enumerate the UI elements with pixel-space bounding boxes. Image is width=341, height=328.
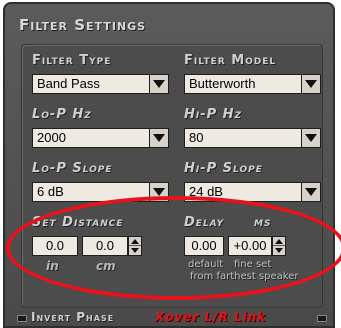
lo-p-slope-label: Lo-P Slope — [32, 161, 113, 176]
delay-unit-label: ms — [254, 215, 272, 230]
xover-link-label[interactable]: Xover L/R Link — [155, 310, 266, 324]
delay-label: Delay — [184, 215, 225, 230]
hi-p-hz-label: Hi-P Hz — [184, 107, 243, 122]
hi-p-slope-dropdown-button[interactable] — [301, 182, 321, 202]
chevron-down-icon — [305, 134, 317, 142]
lo-p-slope-select[interactable]: 6 dB — [32, 182, 150, 202]
spin-up-icon — [131, 239, 139, 244]
invert-phase-led[interactable] — [17, 315, 27, 322]
hi-p-slope-label: Hi-P Slope — [184, 161, 263, 176]
spin-down-icon — [131, 248, 139, 253]
filter-model-select[interactable]: Butterworth — [184, 74, 302, 94]
bottom-bar: Invert Phase Xover L/R Link — [5, 307, 333, 326]
lo-p-hz-label: Lo-P Hz — [32, 107, 92, 122]
distance-unit-in: in — [46, 259, 59, 273]
delay-fine-caption: fine set — [234, 259, 272, 270]
filter-model-label: Filter Model — [184, 53, 277, 68]
distance-spinner[interactable] — [128, 236, 142, 256]
filter-settings-panel: Filter Settings Filter Type Band Pass Fi… — [3, 2, 335, 328]
filter-type-label: Filter Type — [32, 53, 112, 68]
lo-p-hz-select[interactable]: 2000 — [32, 128, 150, 148]
settings-inner-box: Filter Type Band Pass Filter Model Butte… — [21, 44, 323, 308]
panel-title: Filter Settings — [19, 16, 147, 34]
distance-cm-input[interactable]: 0.0 — [82, 236, 128, 256]
filter-type-dropdown-button[interactable] — [149, 74, 169, 94]
delay-default-caption: default — [188, 259, 224, 270]
distance-inches-input[interactable]: 0.0 — [32, 236, 78, 256]
delay-note: from farthest speaker — [190, 271, 299, 282]
filter-type-select[interactable]: Band Pass — [32, 74, 150, 94]
chevron-down-icon — [305, 188, 317, 196]
chevron-down-icon — [153, 134, 165, 142]
lo-p-slope-dropdown-button[interactable] — [149, 182, 169, 202]
spin-down-icon — [275, 248, 283, 253]
chevron-down-icon — [305, 80, 317, 88]
chevron-down-icon — [153, 80, 165, 88]
chevron-down-icon — [153, 188, 165, 196]
xover-link-led[interactable] — [317, 315, 327, 322]
delay-default-input[interactable]: 0.00 — [184, 236, 224, 256]
set-distance-label: Set Distance — [32, 215, 124, 230]
hi-p-hz-select[interactable]: 80 — [184, 128, 302, 148]
filter-model-dropdown-button[interactable] — [301, 74, 321, 94]
invert-phase-label[interactable]: Invert Phase — [31, 310, 114, 324]
delay-fine-spinner[interactable] — [272, 236, 286, 256]
distance-unit-cm: cm — [96, 259, 116, 273]
delay-fine-input[interactable]: +0.00 — [228, 236, 272, 256]
hi-p-hz-dropdown-button[interactable] — [301, 128, 321, 148]
lo-p-hz-dropdown-button[interactable] — [149, 128, 169, 148]
hi-p-slope-select[interactable]: 24 dB — [184, 182, 302, 202]
spin-up-icon — [275, 239, 283, 244]
